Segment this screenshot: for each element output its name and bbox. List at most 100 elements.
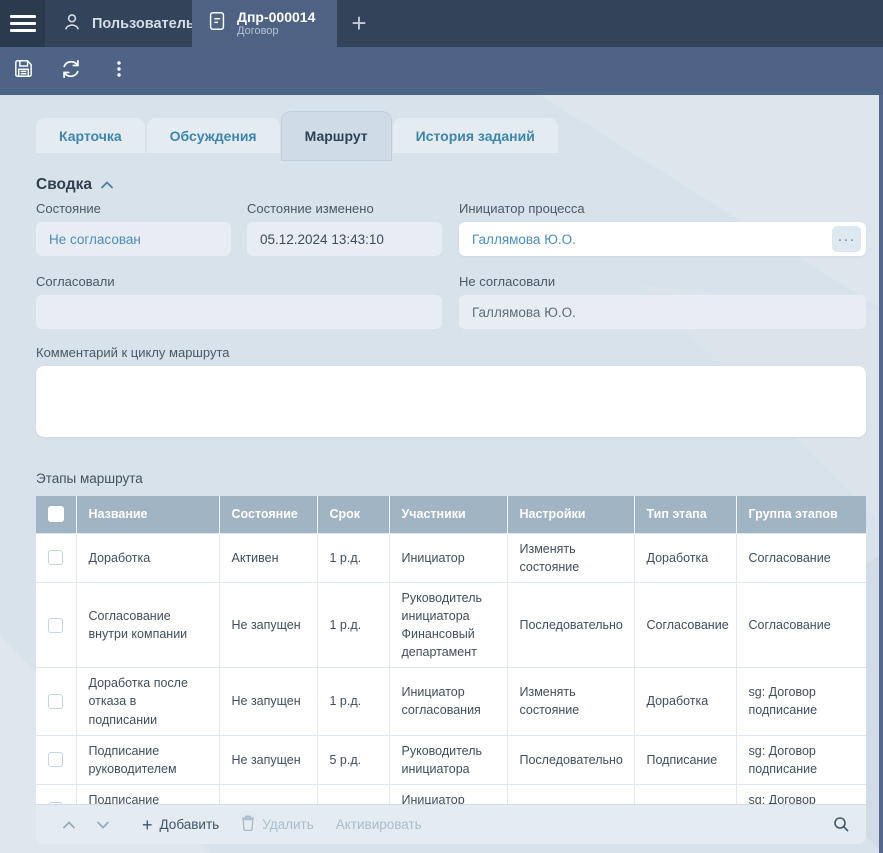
tab-obsuzhdeniya[interactable]: Обсуждения [147, 118, 280, 153]
initiator-value[interactable]: Галлямова Ю.О. [472, 232, 576, 247]
page-content: Карточка Обсуждения Маршрут История зада… [0, 95, 883, 853]
table-row[interactable]: Доработка Активен 1 р.д. Инициатор Измен… [36, 533, 866, 582]
move-down-button[interactable] [86, 821, 120, 829]
table-row[interactable]: Подписание руководителем Не запущен 5 р.… [36, 735, 866, 784]
initiator-field[interactable]: Галлямова Ю.О. ··· [459, 222, 866, 256]
more-actions-button[interactable] [96, 47, 142, 95]
cell-name: Доработка [76, 533, 219, 582]
initiator-picker-button[interactable]: ··· [832, 226, 861, 252]
cell-settings: Последовательно [507, 735, 634, 784]
doc-tab-subtitle: Договор [237, 25, 315, 38]
cell-state: Не запущен [219, 582, 317, 668]
cell-participants: Руководитель инициатора Финансовый депар… [389, 582, 507, 668]
chevron-down-icon [97, 821, 109, 829]
document-icon [206, 10, 228, 37]
column-header-state[interactable]: Состояние [219, 496, 317, 533]
tab-kartochka[interactable]: Карточка [36, 118, 145, 153]
cell-state: Активен [219, 533, 317, 582]
card-tabs: Карточка Обсуждения Маршрут История зада… [36, 112, 560, 160]
hamburger-menu-button[interactable] [0, 0, 45, 47]
cell-state: Не запущен [219, 735, 317, 784]
cell-group: sg: Договор подписание [736, 735, 866, 784]
row-checkbox[interactable] [48, 752, 63, 767]
add-stage-button[interactable]: + Добавить [142, 816, 219, 834]
column-header-name[interactable]: Название [76, 496, 219, 533]
cell-term: 1 р.д. [317, 533, 389, 582]
tab-istoriya-zadaniy[interactable]: История заданий [393, 118, 558, 153]
activate-stage-button[interactable]: Активировать [336, 817, 422, 832]
chevron-up-icon [101, 176, 113, 194]
row-checkbox[interactable] [48, 550, 63, 565]
cell-participants: Инициатор согласования [389, 668, 507, 735]
kebab-menu-icon [109, 59, 129, 84]
cell-term: 1 р.д. [317, 582, 389, 668]
table-header-row: Название Состояние Срок Участники Настро… [36, 496, 866, 533]
refresh-button[interactable] [48, 47, 94, 95]
summary-title: Сводка [36, 176, 92, 194]
summary-collapse-toggle[interactable]: Сводка [36, 176, 113, 194]
cell-settings: Изменять состояние [507, 533, 634, 582]
save-icon [12, 57, 35, 85]
cell-settings: Изменять состояние [507, 668, 634, 735]
save-button[interactable] [0, 47, 46, 95]
state-changed-field[interactable]: 05.12.2024 13:43:10 [247, 222, 442, 256]
scrollbar-track[interactable] [879, 95, 883, 853]
search-icon [833, 816, 850, 833]
state-field[interactable]: Не согласован [36, 222, 231, 256]
doc-tab-title: Дпр-000014 [237, 9, 315, 25]
tab-label: История заданий [416, 128, 535, 144]
add-tab-button[interactable]: + [337, 0, 381, 47]
tab-label: Обсуждения [170, 128, 257, 144]
tab-label: Карточка [59, 128, 122, 144]
not-approved-label: Не согласовали [459, 274, 555, 289]
tab-user[interactable]: Пользователь [45, 0, 192, 47]
table-search-button[interactable] [833, 816, 850, 833]
plus-icon: + [142, 816, 153, 834]
tab-label: Маршрут [305, 128, 368, 144]
refresh-icon [59, 57, 83, 86]
comment-textarea[interactable] [36, 366, 866, 437]
cell-participants: Инициатор [389, 533, 507, 582]
column-header-participants[interactable]: Участники [389, 496, 507, 533]
table-row[interactable]: Согласование внутри компании Не запущен … [36, 582, 866, 668]
user-tab-label: Пользователь [92, 16, 195, 32]
not-approved-field[interactable]: Галлямова Ю.О. [459, 295, 866, 329]
tab-document-active[interactable]: Дпр-000014 Договор [192, 0, 337, 47]
add-stage-label: Добавить [160, 817, 220, 832]
select-all-checkbox[interactable] [48, 506, 64, 522]
comment-label: Комментарий к циклу маршрута [36, 345, 229, 360]
cell-settings: Последовательно [507, 582, 634, 668]
cell-type: Доработка [634, 668, 736, 735]
column-header-type[interactable]: Тип этапа [634, 496, 736, 533]
cell-group: sg: Договор подписание [736, 668, 866, 735]
row-checkbox[interactable] [48, 618, 63, 633]
cell-type: Доработка [634, 533, 736, 582]
cell-type: Согласование [634, 582, 736, 668]
initiator-label: Инициатор процесса [459, 201, 585, 216]
column-header-settings[interactable]: Настройки [507, 496, 634, 533]
stages-footer-toolbar: + Добавить Удалить Активировать [36, 804, 866, 844]
cell-term: 5 р.д. [317, 735, 389, 784]
table-row[interactable]: Доработка после отказа в подписании Не з… [36, 668, 866, 735]
user-icon [61, 11, 83, 37]
cell-participants: Руководитель инициатора [389, 735, 507, 784]
column-header-term[interactable]: Срок [317, 496, 389, 533]
delete-stage-button[interactable]: Удалить [241, 815, 314, 834]
chevron-up-icon [63, 821, 75, 829]
move-up-button[interactable] [52, 821, 86, 829]
state-changed-value: 05.12.2024 13:43:10 [260, 232, 384, 247]
state-changed-label: Состояние изменено [247, 201, 374, 216]
cell-group: Согласование [736, 533, 866, 582]
approved-label: Согласовали [36, 274, 115, 289]
stages-title: Этапы маршрута [36, 471, 143, 486]
cell-group: Согласование [736, 582, 866, 668]
row-checkbox[interactable] [48, 694, 63, 709]
state-value[interactable]: Не согласован [49, 232, 141, 247]
tab-marshrut[interactable]: Маршрут [282, 112, 391, 160]
delete-stage-label: Удалить [262, 817, 314, 832]
trash-icon [241, 815, 255, 834]
approved-field[interactable] [36, 295, 442, 329]
cell-state: Не запущен [219, 668, 317, 735]
column-header-group[interactable]: Группа этапов [736, 496, 866, 533]
cell-term: 1 р.д. [317, 668, 389, 735]
